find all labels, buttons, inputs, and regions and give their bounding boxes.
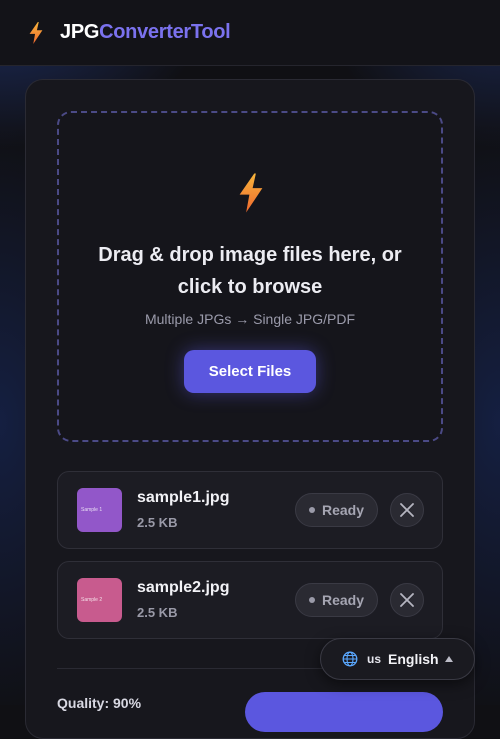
status-dot-icon [308,507,315,513]
app-header: JPGConverterTool [0,0,500,66]
file-list-item: Sample 1 sample1.jpg 2.5 KB Ready [57,471,443,549]
dropzone-subtitle: Multiple JPGs → Single JPG/PDF [144,311,356,327]
close-icon [400,503,414,517]
language-selector[interactable]: us English [320,638,475,680]
lightning-bolt-icon [239,173,263,213]
status-label: Ready [321,502,365,518]
select-files-button[interactable]: Select Files [184,350,316,393]
status-dot-icon [308,597,315,603]
globe-icon [342,651,358,667]
lightning-bolt-icon [29,21,43,44]
brand-part-1: JPG [60,21,100,43]
dropzone-title: Drag & drop image files here, or click t… [98,244,402,298]
close-icon [400,593,414,607]
quality-label: Quality: 90% [57,695,142,711]
remove-file-button[interactable] [390,493,424,527]
file-size: 2.5 KB [137,515,178,530]
language-code: us [367,652,382,666]
status-badge: Ready [295,493,378,527]
file-size: 2.5 KB [137,605,178,620]
remove-file-button[interactable] [390,583,424,617]
convert-button[interactable] [245,692,443,732]
file-list-item: Sample 2 sample2.jpg 2.5 KB Ready [57,561,443,639]
file-thumbnail: Sample 1 [77,488,122,532]
caret-up-icon [444,656,453,662]
language-name: English [388,651,439,667]
file-dropzone[interactable]: Drag & drop image files here, or click t… [57,111,443,442]
file-name: sample1.jpg [137,489,230,506]
status-badge: Ready [295,583,378,617]
brand-part-2: ConverterTool [99,21,231,43]
brand-logo[interactable]: JPGConverterTool [60,21,231,44]
status-label: Ready [321,592,365,608]
file-name: sample2.jpg [137,579,230,596]
file-thumbnail: Sample 2 [77,578,122,622]
